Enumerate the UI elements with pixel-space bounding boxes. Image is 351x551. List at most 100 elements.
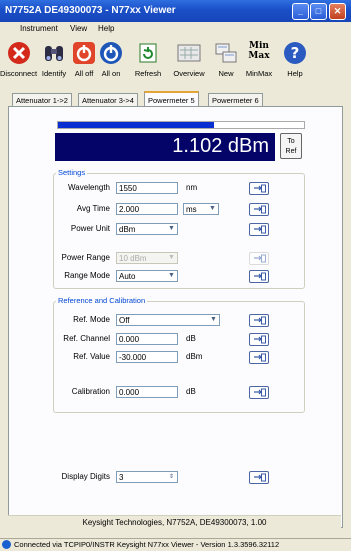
status-text: Connected via TCPIP0/INSTR Keysight N77x… bbox=[14, 540, 280, 549]
wavelength-apply-button[interactable] bbox=[249, 182, 269, 195]
to-ref-label-2: Ref bbox=[285, 148, 297, 155]
reference-title: Reference and Calibration bbox=[56, 296, 148, 305]
all-on-label: All on bbox=[101, 69, 121, 78]
status-bar: Connected via TCPIP0/INSTR Keysight N77x… bbox=[0, 538, 351, 551]
ref-channel-label: Ref. Channel bbox=[63, 334, 110, 343]
power-range-label: Power Range bbox=[61, 253, 110, 262]
identify-button[interactable]: Identify bbox=[36, 36, 72, 82]
menu-view[interactable]: View bbox=[70, 24, 87, 33]
identify-label: Identify bbox=[41, 69, 67, 78]
ref-value-input[interactable]: -30.000 bbox=[116, 351, 178, 363]
ref-value-label: Ref. Value bbox=[73, 352, 110, 361]
tab-strip: Attenuator 1->2 Attenuator 3->4 Powermet… bbox=[0, 91, 351, 109]
tab-attenuator-3-4[interactable]: Attenuator 3->4 bbox=[78, 93, 138, 107]
binoculars-icon bbox=[45, 46, 63, 61]
ref-mode-apply-button[interactable] bbox=[249, 314, 269, 327]
wavelength-unit: nm bbox=[186, 183, 198, 192]
range-mode-value: Auto bbox=[119, 272, 136, 281]
calibration-input[interactable]: 0.000 bbox=[116, 386, 178, 398]
chevron-down-icon: ▼ bbox=[209, 205, 216, 212]
refresh-label: Refresh bbox=[134, 69, 162, 78]
close-button[interactable]: ✕ bbox=[329, 3, 346, 20]
power-unit-value: dBm bbox=[119, 225, 136, 234]
minmax-button[interactable]: Min Max MinMax bbox=[241, 36, 277, 82]
to-ref-button[interactable]: To Ref bbox=[280, 133, 302, 159]
chevron-down-icon: ▼ bbox=[168, 272, 175, 279]
new-label: New bbox=[218, 69, 234, 78]
ref-value-apply-button[interactable] bbox=[249, 351, 269, 364]
ref-mode-select[interactable]: Off ▼ bbox=[116, 314, 220, 326]
refresh-button[interactable]: Refresh bbox=[130, 36, 166, 82]
ref-mode-value: Off bbox=[119, 316, 130, 325]
ref-mode-label: Ref. Mode bbox=[73, 315, 110, 324]
overview-label: Overview bbox=[173, 69, 205, 78]
to-ref-label-1: To bbox=[287, 138, 295, 145]
power-unit-apply-button[interactable] bbox=[249, 223, 269, 236]
all-on-button[interactable]: All on bbox=[98, 36, 124, 82]
window-title: N7752A DE49300073 - N77xx Viewer bbox=[5, 5, 176, 16]
power-range-select: 10 dBm ▼ bbox=[116, 252, 178, 264]
display-digits-label: Display Digits bbox=[61, 472, 110, 481]
settings-title: Settings bbox=[56, 168, 88, 177]
range-mode-apply-button[interactable] bbox=[249, 270, 269, 283]
chevron-down-icon: ▼ bbox=[168, 254, 175, 261]
display-digits-value: 3 bbox=[119, 473, 124, 482]
avg-time-unit-select[interactable]: ms ▼ bbox=[183, 203, 219, 215]
wavelength-input[interactable]: 1550 bbox=[116, 182, 178, 194]
menu-help[interactable]: Help bbox=[98, 24, 114, 33]
minimize-button[interactable]: _ bbox=[292, 3, 309, 20]
send-arrow-icon bbox=[254, 316, 266, 325]
title-bar: N7752A DE49300073 - N77xx Viewer _ □ ✕ bbox=[0, 0, 351, 22]
send-arrow-icon bbox=[254, 353, 266, 362]
new-button[interactable]: New bbox=[212, 36, 240, 82]
avg-time-unit-value: ms bbox=[186, 205, 197, 214]
send-arrow-icon bbox=[254, 388, 266, 397]
tab-powermeter-6[interactable]: Powermeter 6 bbox=[208, 93, 263, 107]
wavelength-label: Wavelength bbox=[68, 183, 110, 192]
svg-text:?: ? bbox=[291, 44, 300, 62]
range-mode-select[interactable]: Auto ▼ bbox=[116, 270, 178, 282]
ref-channel-apply-button[interactable] bbox=[249, 333, 269, 346]
connected-check-icon bbox=[2, 540, 11, 549]
display-digits-apply-button[interactable] bbox=[249, 471, 269, 484]
help-icon: ? bbox=[284, 42, 306, 64]
tab-attenuator-1-2[interactable]: Attenuator 1->2 bbox=[12, 93, 72, 107]
ref-channel-unit: dB bbox=[186, 334, 196, 343]
disconnect-icon bbox=[7, 42, 30, 64]
avg-time-apply-button[interactable] bbox=[249, 203, 269, 216]
power-value: 1.102 dBm bbox=[172, 135, 269, 157]
power-bar-fill bbox=[58, 122, 214, 128]
help-button[interactable]: ? Help bbox=[279, 36, 311, 82]
disconnect-label: Disconnect bbox=[0, 69, 38, 78]
ref-channel-input[interactable]: 0.000 bbox=[116, 333, 178, 345]
menu-instrument[interactable]: Instrument bbox=[20, 24, 58, 33]
all-off-label: All off bbox=[74, 69, 94, 78]
maximize-button[interactable]: □ bbox=[310, 3, 327, 20]
overview-button[interactable]: Overview bbox=[170, 36, 208, 82]
minmax-icon-bottom: Max bbox=[248, 51, 270, 61]
send-arrow-icon bbox=[254, 205, 266, 214]
avg-time-input[interactable]: 2.000 bbox=[116, 203, 178, 215]
send-arrow-icon bbox=[254, 254, 266, 263]
send-arrow-icon bbox=[254, 335, 266, 344]
new-window-icon bbox=[215, 43, 237, 63]
power-unit-select[interactable]: dBm ▼ bbox=[116, 223, 178, 235]
calibration-label: Calibration bbox=[71, 387, 110, 396]
minmax-label: MinMax bbox=[245, 69, 273, 78]
power-range-value: 10 dBm bbox=[119, 254, 147, 263]
all-off-button[interactable]: All off bbox=[72, 36, 96, 82]
power-unit-label: Power Unit bbox=[70, 224, 110, 233]
spinner-arrows-icon: ⇕ bbox=[168, 474, 175, 480]
menu-bar: Instrument View Help bbox=[0, 22, 351, 36]
minmax-icon-top: Min bbox=[249, 41, 269, 51]
power-off-icon bbox=[73, 42, 95, 64]
power-on-icon bbox=[100, 42, 122, 64]
display-digits-spinner[interactable]: 3 ⇕ bbox=[116, 471, 178, 483]
toolbar: Disconnect Identify All off All on Refre… bbox=[0, 36, 351, 82]
calibration-apply-button[interactable] bbox=[249, 386, 269, 399]
power-readout: 1.102 dBm bbox=[55, 133, 275, 161]
disconnect-button[interactable]: Disconnect bbox=[0, 36, 37, 82]
calibration-unit: dB bbox=[186, 387, 196, 396]
help-label: Help bbox=[287, 69, 303, 78]
power-range-apply-button bbox=[249, 252, 269, 265]
